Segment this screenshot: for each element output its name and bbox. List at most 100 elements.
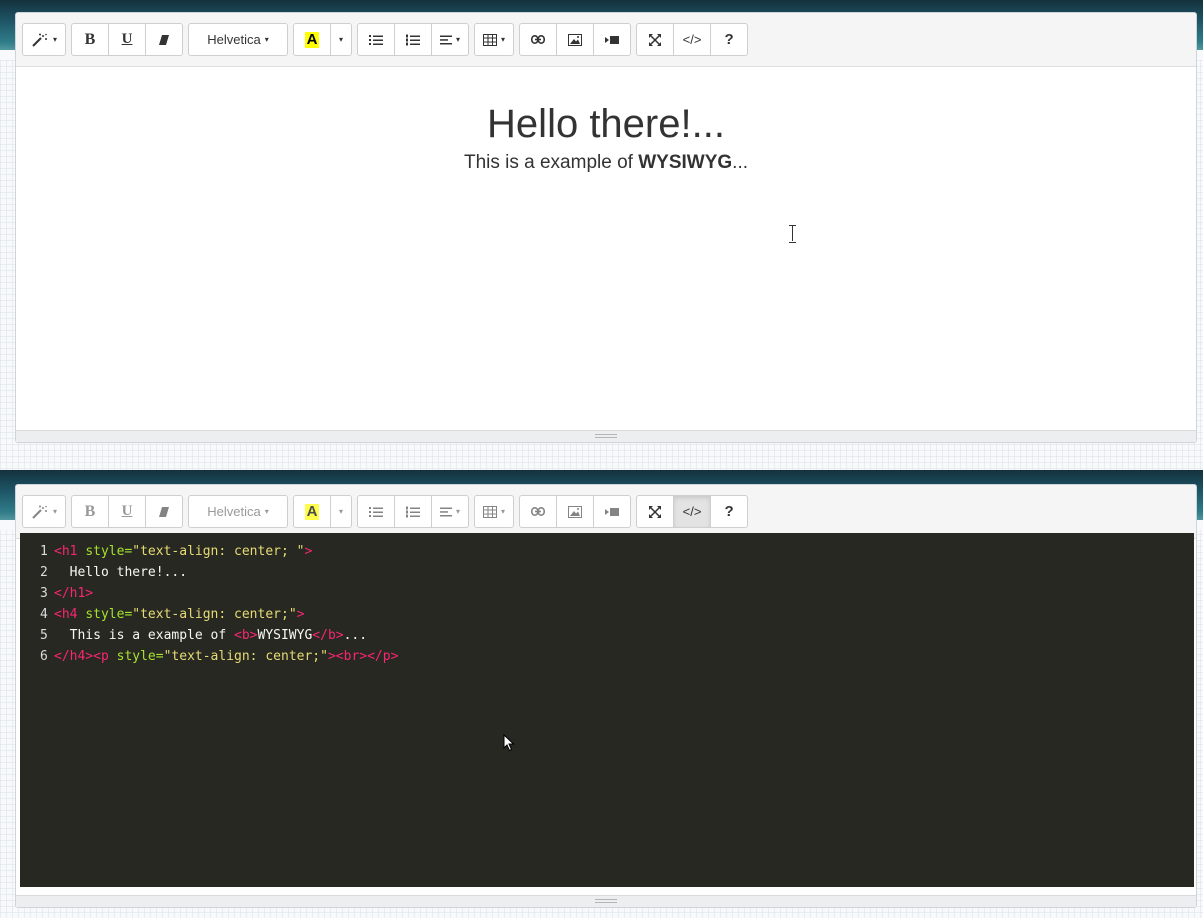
ordered-list-button[interactable] (394, 495, 433, 528)
unordered-list-button[interactable] (357, 495, 396, 528)
link-button[interactable] (519, 495, 558, 528)
code-token: <b> (234, 628, 258, 643)
help-icon: ? (724, 503, 734, 520)
editor-toolbar: ▾ B U Helvetica ▾ A ▾ ▾ ▾ </> ? (16, 13, 1196, 67)
code-line: 6 </h4><p style="text-align: center;"><br… (40, 646, 1194, 667)
clear-format-button[interactable] (145, 23, 184, 56)
paragraph-align-dropdown[interactable]: ▾ (431, 23, 470, 56)
font-name-dropdown[interactable]: Helvetica ▾ (188, 23, 289, 56)
paragraph-align-dropdown[interactable]: ▾ (431, 495, 470, 528)
insert-group (519, 495, 632, 528)
code-token: Hello there!... (54, 565, 188, 580)
font-name-group: Helvetica ▾ (188, 23, 289, 56)
code-token: > (296, 607, 305, 622)
code-token: </b> (312, 628, 344, 643)
link-button[interactable] (519, 23, 558, 56)
underline-icon: U (121, 503, 133, 519)
code-token: ><br></p> (327, 649, 399, 664)
fullscreen-icon (649, 33, 662, 46)
font-name-dropdown[interactable]: Helvetica ▾ (188, 495, 289, 528)
paragraph-group: ▾ (357, 495, 470, 528)
code-editor-area[interactable]: 1 <h1 style="text-align: center; "> 2 Hell… (20, 533, 1194, 887)
paragraph-group: ▾ (357, 23, 470, 56)
clear-format-button[interactable] (145, 495, 184, 528)
table-dropdown-button[interactable]: ▾ (474, 23, 515, 56)
resize-bar[interactable] (16, 430, 1196, 442)
code-token: > (304, 544, 313, 559)
fullscreen-button[interactable] (636, 23, 675, 56)
ordered-list-icon (406, 34, 421, 45)
resize-grip-icon[interactable] (595, 434, 617, 438)
codeview-button[interactable]: </> (673, 23, 712, 56)
code-line: 3 </h1> (40, 583, 1194, 604)
resize-grip-icon[interactable] (595, 899, 617, 903)
picture-button[interactable] (556, 495, 595, 528)
unordered-list-icon (369, 34, 384, 45)
line-number: 3 (40, 586, 48, 601)
chevron-down-icon: ▾ (339, 507, 344, 516)
resize-bar[interactable] (16, 895, 1196, 907)
unordered-list-icon (369, 506, 384, 517)
wysiwyg-editor: ▾ B U Helvetica ▾ A ▾ ▾ ▾ </> ? Hello th… (15, 12, 1197, 443)
color-dropdown-button[interactable]: ▾ (330, 23, 353, 56)
video-button[interactable] (593, 23, 632, 56)
line-number: 4 (40, 607, 48, 622)
chevron-down-icon: ▾ (53, 507, 58, 516)
recent-color-button[interactable]: A (293, 23, 332, 56)
underline-button[interactable]: U (108, 23, 147, 56)
style-group: ▾ (22, 495, 67, 528)
code-line: 2 Hello there!... (40, 562, 1194, 583)
chevron-down-icon: ▾ (501, 35, 506, 44)
link-icon (531, 507, 546, 516)
style-dropdown-button[interactable]: ▾ (22, 495, 67, 528)
chevron-down-icon: ▾ (53, 35, 58, 44)
help-button[interactable]: ? (710, 23, 749, 56)
code-token: "text-align: center;" (132, 607, 297, 622)
code-token: style= (85, 544, 133, 559)
picture-button[interactable] (556, 23, 595, 56)
eraser-icon (159, 506, 170, 517)
ordered-list-button[interactable] (394, 23, 433, 56)
align-icon (440, 35, 453, 44)
font-name-label: Helvetica (207, 32, 261, 47)
underline-button[interactable]: U (108, 495, 147, 528)
chevron-down-icon: ▾ (456, 507, 461, 516)
help-button[interactable]: ? (710, 495, 749, 528)
view-group: </> ? (636, 495, 749, 528)
unordered-list-button[interactable] (357, 23, 396, 56)
code-token: ... (343, 628, 368, 643)
align-icon (440, 507, 453, 516)
video-icon (605, 35, 620, 44)
video-icon (605, 507, 620, 516)
table-icon (483, 505, 498, 518)
code-line: 1 <h1 style="text-align: center; "> (40, 541, 1194, 562)
chevron-down-icon: ▾ (339, 35, 344, 44)
video-button[interactable] (593, 495, 632, 528)
view-group: </> ? (636, 23, 749, 56)
code-icon: </> (682, 32, 702, 47)
code-icon: </> (682, 504, 702, 519)
code-line: 5 This is a example of <b>WYSIWYG</b>... (40, 625, 1194, 646)
chevron-down-icon: ▾ (264, 507, 269, 516)
font-name-group: Helvetica ▾ (188, 495, 289, 528)
code-token: "text-align: center;" (163, 649, 328, 664)
table-dropdown-button[interactable]: ▾ (474, 495, 515, 528)
bold-button[interactable]: B (71, 495, 110, 528)
mouse-pointer-icon (503, 734, 515, 752)
style-dropdown-button[interactable]: ▾ (22, 23, 67, 56)
bold-button[interactable]: B (71, 23, 110, 56)
ordered-list-icon (406, 506, 421, 517)
code-token: "text-align: center; " (132, 544, 305, 559)
editor-toolbar: ▾ B U Helvetica ▾ A ▾ ▾ ▾ </> ? (16, 485, 1196, 539)
line-number: 1 (40, 544, 48, 559)
font-name-label: Helvetica (207, 504, 261, 519)
color-dropdown-button[interactable]: ▾ (330, 495, 353, 528)
editable-content-area[interactable]: Hello there!... This is a example of WYS… (16, 67, 1196, 432)
codeview-button[interactable]: </> (673, 495, 712, 528)
code-token: style= (116, 649, 164, 664)
fullscreen-button[interactable] (636, 495, 675, 528)
chevron-down-icon: ▾ (456, 35, 461, 44)
picture-icon (568, 33, 583, 46)
subheading-bold-text: WYSIWYG (638, 152, 733, 173)
recent-color-button[interactable]: A (293, 495, 332, 528)
